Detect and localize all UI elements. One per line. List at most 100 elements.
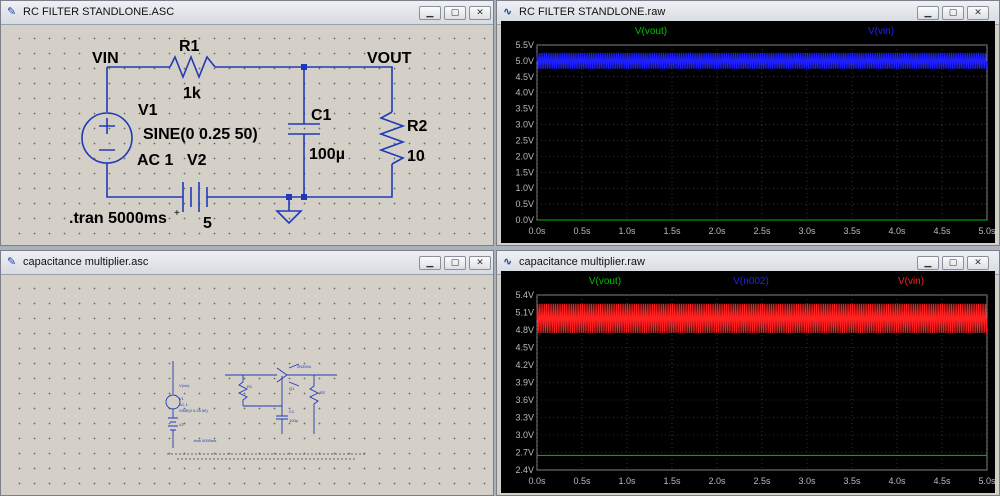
c1-name: C1 xyxy=(311,107,332,124)
tran-directive[interactable]: .tran 5000ms xyxy=(193,438,216,443)
y-tick-label: 3.9V xyxy=(515,378,534,388)
v1-polarity xyxy=(99,118,115,151)
cap-schematic-titlebar[interactable]: ✎ capacitance multiplier.asc ▁ ▢ ✕ xyxy=(1,251,493,275)
y-tick-label: 2.0V xyxy=(515,151,534,161)
v2-plus-sign: + xyxy=(174,208,180,219)
trace-label[interactable]: V(vout) xyxy=(589,276,621,287)
r1-symbol[interactable] xyxy=(237,375,249,406)
y-tick-label: 0.0V xyxy=(515,215,534,225)
minimize-icon[interactable]: ▁ xyxy=(917,256,939,270)
x-tick-label: 4.0s xyxy=(888,476,906,486)
junction-dot xyxy=(286,194,292,200)
trace-line xyxy=(536,52,988,69)
r1-symbol[interactable] xyxy=(169,54,216,80)
y-tick-label: 4.2V xyxy=(515,360,534,370)
y-tick-label: 5.0V xyxy=(515,56,534,66)
q1-name: Q1 xyxy=(289,386,295,391)
junction-dot xyxy=(301,64,307,70)
x-tick-label: 5.0s xyxy=(978,476,996,486)
y-tick-label: 4.5V xyxy=(515,343,534,353)
v1-ac: AC 1 xyxy=(137,152,174,169)
rc-schematic-window[interactable]: ✎ RC FILTER STANDLONE.ASC ▁ ▢ ✕ VIN VOUT… xyxy=(0,0,494,246)
rc-schematic-canvas[interactable]: VIN VOUT R1 1k V1 SINE(0 0.25 50) AC 1 V… xyxy=(7,26,487,239)
x-tick-label: 2.5s xyxy=(753,476,771,486)
tran-directive[interactable]: .tran 5000ms xyxy=(69,210,167,227)
junction-dot xyxy=(301,194,307,200)
r2-symbol[interactable] xyxy=(378,111,406,165)
maximize-icon[interactable]: ▢ xyxy=(942,6,964,20)
x-tick-label: 4.5s xyxy=(933,476,951,486)
rc-plot-window[interactable]: ∿ RC FILTER STANDLONE.raw ▁ ▢ ✕ 5.5V 5.0V… xyxy=(496,0,1000,246)
c1-symbol[interactable] xyxy=(288,123,320,135)
x-tick-label: 3.0s xyxy=(798,476,816,486)
x-tick-label: 2.5s xyxy=(753,226,771,236)
trace-label[interactable]: V(vout) xyxy=(635,26,667,37)
trace-label[interactable]: V(vin) xyxy=(868,26,894,37)
v2-symbol[interactable] xyxy=(182,182,208,212)
x-tick-label: 1.0s xyxy=(618,226,636,236)
r1-value: 1k xyxy=(183,85,201,102)
minimize-icon[interactable]: ▁ xyxy=(419,6,441,20)
y-tick-label: 1.0V xyxy=(515,183,534,193)
close-icon[interactable]: ✕ xyxy=(967,6,989,20)
cap-plot-pane[interactable]: 5.4V 5.1V 4.8V 4.5V 4.2V 3.9V 3.6V 3.3V 3.0V 2.7V… xyxy=(501,271,996,493)
x-tick-label: 1.0s xyxy=(618,476,636,486)
x-tick-label: 0.5s xyxy=(573,226,591,236)
cap-schematic-canvas[interactable]: V(vin) V1 AC 1 SINE(0 0.25 50) V2 .tran … xyxy=(7,276,487,489)
x-tick-label: 5.0s xyxy=(978,226,996,236)
v1-value: SINE(0 0.25 50) xyxy=(143,126,258,143)
x-tick-label: 4.0s xyxy=(888,226,906,236)
ltspice-icon: ✎ xyxy=(7,255,17,268)
minimize-icon[interactable]: ▁ xyxy=(419,256,441,270)
window-title: capacitance multiplier.asc xyxy=(23,256,149,268)
y-tick-label: 3.6V xyxy=(515,395,534,405)
trace-line xyxy=(536,303,988,333)
y-tick-label: 4.5V xyxy=(515,72,534,82)
c1-value: 100µ xyxy=(289,418,299,423)
close-icon[interactable]: ✕ xyxy=(469,256,491,270)
window-title: RC FILTER STANDLONE.ASC xyxy=(23,6,175,18)
rc-schematic-drawing: VIN VOUT R1 1k V1 SINE(0 0.25 50) AC 1 V… xyxy=(69,38,428,232)
rc-plot-svg: 5.5V 5.0V 4.5V 4.0V 3.5V 3.0V 2.5V 2.0V 1.5V 1.0V… xyxy=(515,26,996,236)
cap-schematic-drawing: V(vin) V1 AC 1 SINE(0 0.25 50) V2 .tran … xyxy=(165,361,367,460)
q1-value: 2N3904 xyxy=(297,364,312,369)
minimize-icon[interactable]: ▁ xyxy=(917,6,939,20)
x-tick-label: 2.0s xyxy=(708,226,726,236)
rc-plot-pane[interactable]: 5.5V 5.0V 4.5V 4.0V 3.5V 3.0V 2.5V 2.0V 1.5V 1.0V… xyxy=(501,21,996,243)
x-tick-label: 4.5s xyxy=(933,226,951,236)
trace-label[interactable]: V(vin) xyxy=(898,276,924,287)
vin-net-label: VIN xyxy=(92,50,119,67)
cap-plot-window[interactable]: ∿ capacitance multiplier.raw ▁ ▢ ✕ 5.4V 5… xyxy=(496,250,1000,496)
x-tick-label: 3.0s xyxy=(798,226,816,236)
x-tick-label: 2.0s xyxy=(708,476,726,486)
maximize-icon[interactable]: ▢ xyxy=(444,256,466,270)
y-tick-label: 5.1V xyxy=(515,308,534,318)
v1-symbol[interactable] xyxy=(165,394,181,410)
y-tick-label: 3.0V xyxy=(515,120,534,130)
close-icon[interactable]: ✕ xyxy=(469,6,491,20)
y-tick-label: 3.3V xyxy=(515,413,534,423)
cap-plot-svg: 5.4V 5.1V 4.8V 4.5V 4.2V 3.9V 3.6V 3.3V 3.0V 2.7V… xyxy=(515,276,996,486)
trace-label[interactable]: V(n002) xyxy=(733,276,769,287)
v1-ac: AC 1 xyxy=(179,402,189,407)
y-tick-label: 4.0V xyxy=(515,88,534,98)
v1-name: V1 xyxy=(138,102,158,119)
x-tick-label: 1.5s xyxy=(663,226,681,236)
waveform-icon: ∿ xyxy=(503,5,513,18)
r1-name: R1 xyxy=(179,38,200,55)
v2-value: 5 xyxy=(203,215,212,232)
x-tick-label: 0.0s xyxy=(528,226,546,236)
r2-symbol[interactable] xyxy=(308,375,320,434)
v2-name: V2 xyxy=(187,152,207,169)
rc-schematic-titlebar[interactable]: ✎ RC FILTER STANDLONE.ASC ▁ ▢ ✕ xyxy=(1,1,493,25)
maximize-icon[interactable]: ▢ xyxy=(444,6,466,20)
y-tick-label: 1.5V xyxy=(515,167,534,177)
c1-value: 100µ xyxy=(309,146,345,163)
ltspice-icon: ✎ xyxy=(7,5,17,18)
c1-symbol[interactable] xyxy=(276,406,288,434)
close-icon[interactable]: ✕ xyxy=(967,256,989,270)
wire xyxy=(243,376,283,407)
v2-symbol[interactable] xyxy=(168,409,178,448)
maximize-icon[interactable]: ▢ xyxy=(942,256,964,270)
cap-schematic-window[interactable]: ✎ capacitance multiplier.asc ▁ ▢ ✕ V(vin… xyxy=(0,250,494,496)
